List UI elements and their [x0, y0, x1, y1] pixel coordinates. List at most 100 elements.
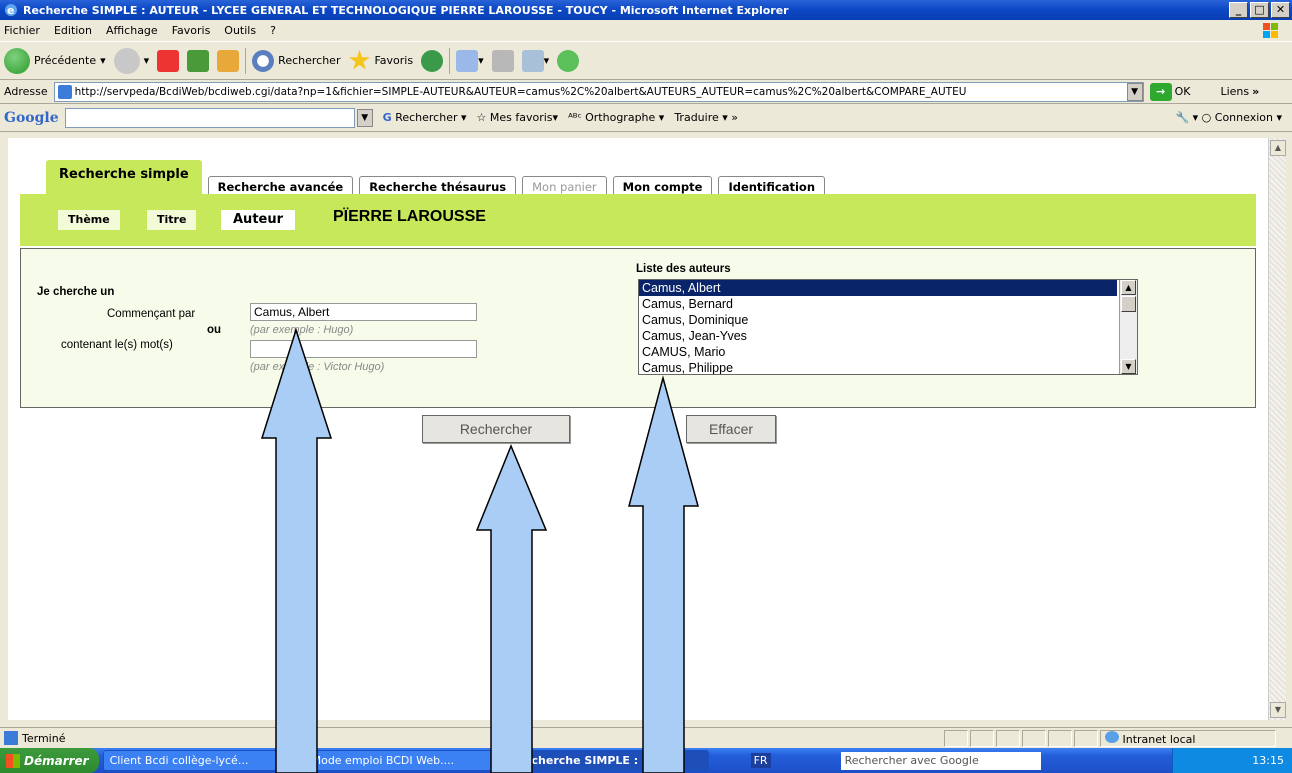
edit-icon[interactable] — [521, 49, 544, 72]
contains-label: contenant le(s) mot(s) — [61, 339, 173, 351]
search-submit-button[interactable]: Rechercher — [422, 415, 570, 443]
tab-mon-panier[interactable]: Mon panier — [522, 176, 607, 196]
subtab-titre[interactable]: Titre — [147, 210, 197, 230]
list-item[interactable]: Camus, Jean-Yves — [639, 328, 1117, 344]
author-list-title: Liste des auteurs — [636, 263, 731, 275]
list-item[interactable]: CAMUS, Mario — [639, 344, 1117, 360]
scroll-thumb[interactable] — [1121, 296, 1136, 312]
links-label[interactable]: Liens — [1220, 85, 1249, 98]
address-dropdown-icon[interactable]: ▼ — [1126, 82, 1143, 101]
stop-icon[interactable] — [157, 49, 180, 72]
listbox-scrollbar[interactable]: ▲ ▼ — [1119, 280, 1137, 374]
start-button[interactable]: Démarrer — [0, 748, 99, 773]
tab-recherche-thesaurus[interactable]: Recherche thésaurus — [359, 176, 517, 196]
search-icon — [252, 49, 275, 72]
menu-fichier[interactable]: Fichier — [4, 24, 40, 37]
back-arrow-icon — [4, 47, 30, 74]
menu-edition[interactable]: Edition — [54, 24, 92, 37]
go-button[interactable]: → OK — [1149, 82, 1191, 101]
google-spellcheck-button[interactable]: ᴬᴮᶜ Orthographe ▾ — [568, 111, 664, 124]
tab-recherche-simple[interactable]: Recherche simple — [46, 160, 202, 196]
star-icon — [348, 49, 371, 70]
back-button[interactable]: Précédente ▾ — [4, 47, 106, 74]
list-item[interactable]: Camus, Philippe — [639, 360, 1117, 374]
task-recherche[interactable]: Recherche SIMPLE : ... — [508, 750, 709, 771]
list-item[interactable]: Camus, Albert — [639, 280, 1117, 296]
scroll-down-icon[interactable]: ▼ — [1121, 359, 1136, 374]
starts-with-input[interactable]: Camus, Albert — [250, 303, 477, 321]
google-translate-button[interactable]: Traduire ▾ » — [674, 111, 738, 124]
google-dropdown-icon[interactable]: ▼ — [356, 108, 373, 127]
mail-icon[interactable] — [456, 49, 479, 72]
menu-outils[interactable]: Outils — [224, 24, 256, 37]
address-bar: Adresse http://servpeda/BcdiWeb/bcdiweb.… — [0, 80, 1292, 104]
menu-affichage[interactable]: Affichage — [106, 24, 158, 37]
search-label: Rechercher — [278, 54, 341, 67]
google-bookmarks-button[interactable]: ☆ Mes favoris▾ — [477, 111, 559, 124]
search-form: Je cherche un Commençant par ou contenan… — [20, 248, 1256, 408]
task-mode-emploi[interactable]: Mode emploi BCDI Web.... — [304, 750, 505, 771]
forward-arrow-icon — [113, 47, 140, 74]
google-login-button[interactable]: 🔧 ▾ ○ Connexion ▾ — [1175, 111, 1282, 124]
subtab-theme[interactable]: Thème — [58, 210, 120, 230]
close-button[interactable]: ✕ — [1271, 2, 1290, 18]
status-bar: Terminé Intranet local — [0, 727, 1292, 748]
tab-recherche-avancee[interactable]: Recherche avancée — [207, 176, 354, 196]
ie-icon: e — [5, 4, 17, 17]
form-heading: Je cherche un — [37, 286, 115, 298]
list-item[interactable]: Camus, Dominique — [639, 312, 1117, 328]
google-search-button[interactable]: G Rechercher ▾ — [383, 111, 467, 124]
menu-bar: Fichier Edition Affichage Favoris Outils… — [0, 20, 1292, 42]
go-label: OK — [1174, 85, 1191, 98]
address-input[interactable]: http://servpeda/BcdiWeb/bcdiweb.cgi/data… — [53, 81, 1144, 102]
contains-hint: (par exemple : Victor Hugo) — [250, 361, 385, 373]
menu-favoris[interactable]: Favoris — [172, 24, 211, 37]
starts-with-label: Commençant par — [107, 308, 196, 320]
minimize-button[interactable]: _ — [1229, 2, 1248, 18]
history-icon[interactable] — [421, 49, 444, 72]
google-logo: Google — [4, 109, 59, 126]
scroll-down-icon[interactable]: ▼ — [1270, 702, 1286, 718]
or-label: ou — [207, 324, 222, 336]
print-icon[interactable] — [491, 49, 514, 72]
status-page-icon — [4, 731, 18, 745]
main-tabs: Recherche simple Recherche avancée Reche… — [46, 160, 831, 196]
list-item[interactable]: Camus, Bernard — [639, 296, 1117, 312]
scroll-up-icon[interactable]: ▲ — [1270, 140, 1286, 156]
tab-identification[interactable]: Identification — [718, 176, 826, 196]
clear-button[interactable]: Effacer — [686, 415, 776, 443]
windows-flag-icon — [6, 753, 20, 768]
tab-mon-compte[interactable]: Mon compte — [612, 176, 713, 196]
maximize-button[interactable]: □ — [1250, 2, 1269, 18]
google-desktop-search[interactable]: Rechercher avec Google — [840, 751, 1041, 770]
menu-help[interactable]: ? — [270, 24, 276, 37]
ie-toolbar: Précédente ▾ ▾ Rechercher Favoris ▾ ▾ — [0, 42, 1292, 80]
starts-with-hint: (par exemple : Hugo) — [250, 324, 354, 336]
task-bcdi-client[interactable]: Client Bcdi collège-lycé... — [102, 750, 301, 771]
favorites-button[interactable]: Favoris — [348, 49, 413, 72]
security-zone: Intranet local — [1100, 729, 1276, 747]
forward-button[interactable]: ▾ — [113, 47, 149, 74]
contains-input[interactable] — [250, 340, 477, 358]
language-indicator[interactable]: FR — [750, 753, 771, 768]
clock: 13:15 — [1252, 754, 1284, 767]
page-content: Recherche simple Recherche avancée Reche… — [8, 138, 1268, 720]
school-name: PÏERRE LAROUSSE — [333, 208, 486, 225]
google-toolbar: Google ▼ G Rechercher ▾ ☆ Mes favoris▾ ᴬ… — [0, 104, 1292, 132]
address-label: Adresse — [4, 85, 48, 98]
search-type-band: Thème Titre Auteur PÏERRE LAROUSSE — [20, 194, 1256, 246]
subtab-auteur[interactable]: Auteur — [221, 210, 296, 230]
globe-icon — [1105, 730, 1119, 743]
windows-logo-icon — [1263, 23, 1278, 38]
home-icon[interactable] — [217, 49, 240, 72]
author-listbox[interactable]: Camus, Albert Camus, Bernard Camus, Domi… — [638, 279, 1138, 375]
go-arrow-icon: → — [1149, 82, 1172, 101]
search-button[interactable]: Rechercher — [252, 49, 341, 72]
system-tray: 13:15 — [1172, 748, 1292, 773]
status-text: Terminé — [22, 731, 66, 745]
refresh-icon[interactable] — [187, 49, 210, 72]
messenger-icon[interactable] — [557, 49, 580, 72]
scroll-up-icon[interactable]: ▲ — [1121, 280, 1136, 295]
google-search-input[interactable] — [64, 107, 355, 128]
page-scrollbar[interactable]: ▲ ▼ — [1268, 138, 1286, 720]
